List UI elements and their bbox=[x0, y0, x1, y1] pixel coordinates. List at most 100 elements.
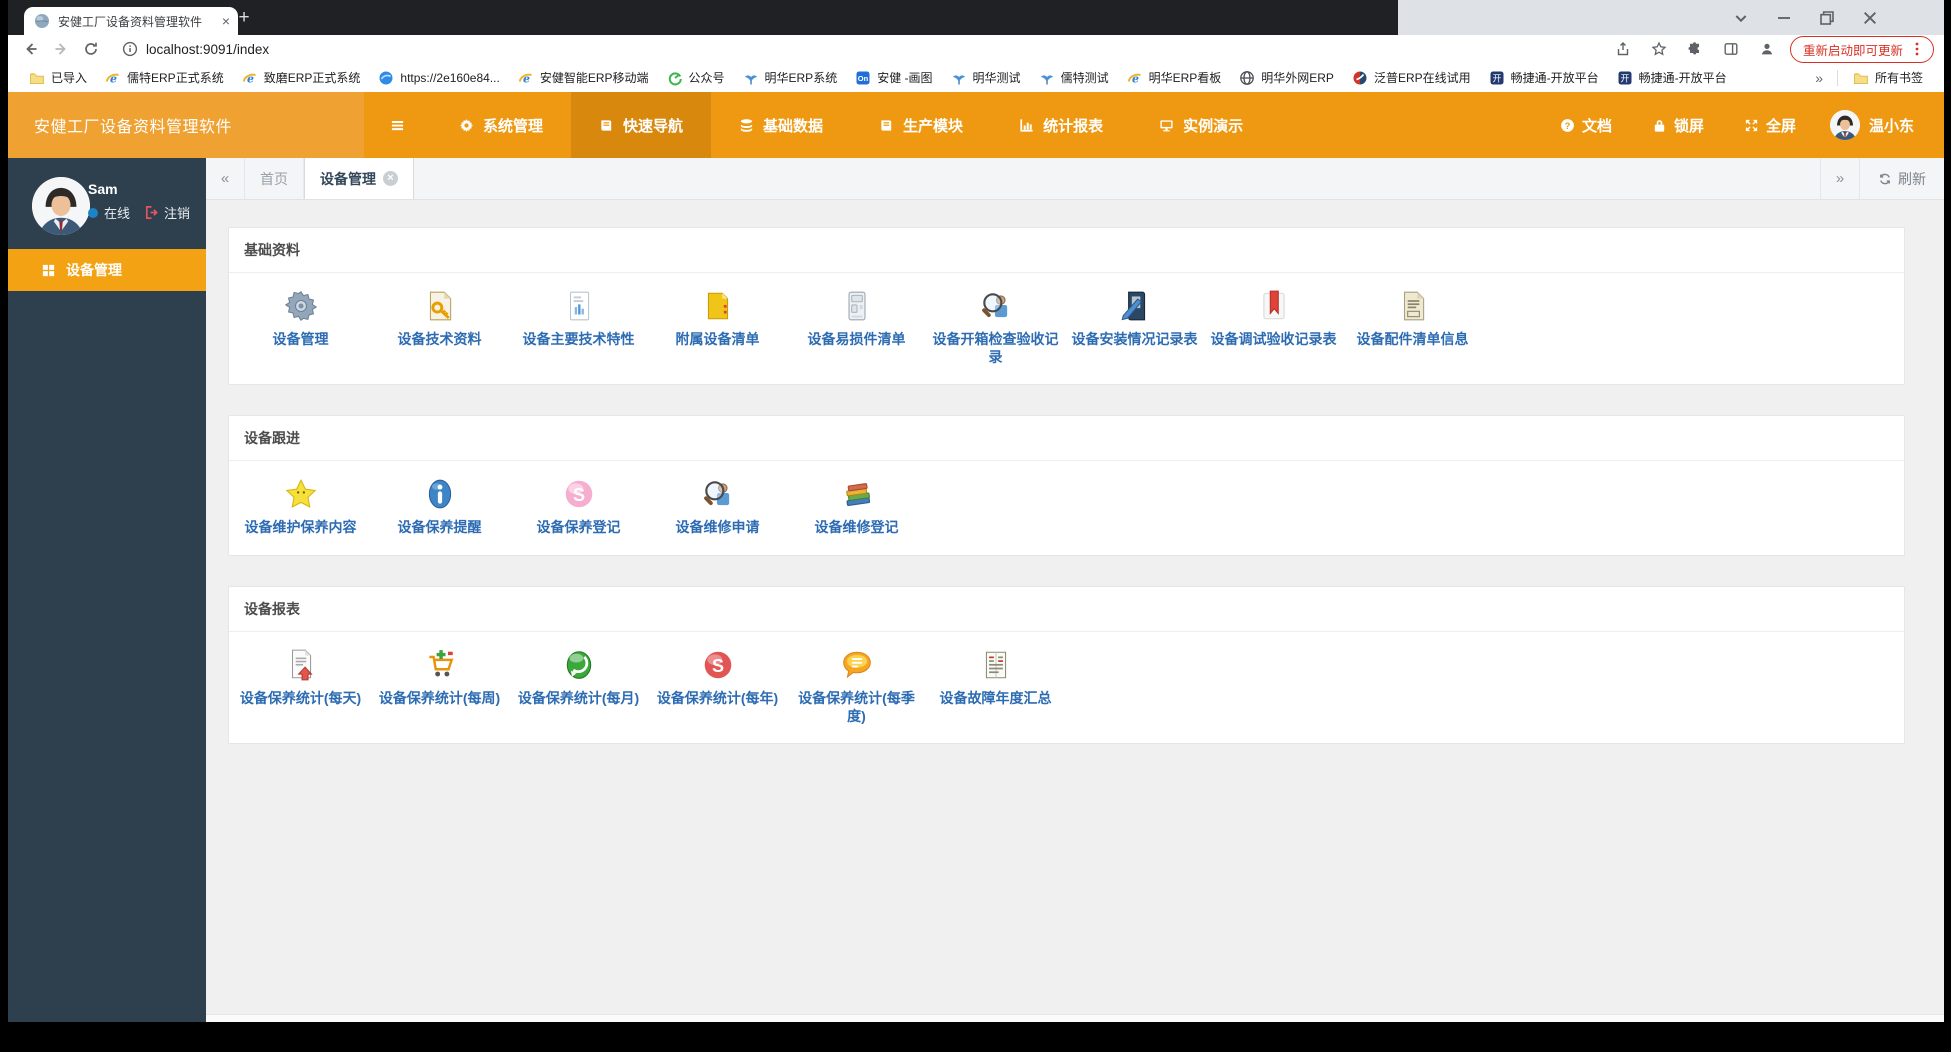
page-tab-首页[interactable]: 首页 bbox=[245, 158, 304, 199]
bookmark-item[interactable]: 儒特测试 bbox=[1030, 66, 1118, 89]
launcher-item[interactable]: 设备主要技术特性 bbox=[509, 286, 648, 366]
chrome-update-button[interactable]: 重新启动即可更新 bbox=[1789, 35, 1934, 63]
url-bar[interactable]: localhost:9091/index bbox=[122, 41, 1606, 57]
launcher-item[interactable]: 设备保养统计(每月) bbox=[509, 645, 648, 725]
bookmark-item[interactable]: 公众号 bbox=[658, 66, 734, 89]
launcher-item[interactable]: 附属设备清单 bbox=[648, 286, 787, 366]
restore-button[interactable] bbox=[1819, 10, 1835, 26]
bookmark-item[interactable]: e 儒特ERP正式系统 bbox=[96, 66, 233, 89]
header-action-label: 锁屏 bbox=[1673, 117, 1704, 135]
bookmark-label: 儒特测试 bbox=[1060, 71, 1109, 85]
restore-icon bbox=[1819, 10, 1835, 26]
page-info-icon[interactable] bbox=[122, 41, 138, 57]
extensions-icon[interactable] bbox=[1682, 37, 1708, 61]
launcher-label: 设备管理 bbox=[272, 331, 329, 347]
nav-item-实例演示[interactable]: 实例演示 bbox=[1131, 92, 1271, 158]
bookmark-item[interactable]: e 致磨ERP正式系统 bbox=[233, 66, 370, 89]
close-button[interactable] bbox=[1862, 10, 1878, 26]
all-bookmarks-button[interactable]: 所有书签 bbox=[1844, 66, 1932, 89]
share-icon[interactable] bbox=[1610, 37, 1636, 61]
header-user-menu[interactable]: 温小东 bbox=[1816, 92, 1944, 158]
bookmark-item[interactable]: https://2e160e84... bbox=[369, 67, 508, 89]
doc-lines-icon bbox=[1396, 286, 1430, 323]
launcher-item[interactable]: 设备维护保养内容 bbox=[231, 474, 370, 536]
refresh-button[interactable]: 刷新 bbox=[1859, 158, 1944, 199]
reload-icon[interactable] bbox=[78, 37, 104, 61]
browser-tab[interactable]: 安健工厂设备资料管理软件 × bbox=[24, 7, 238, 35]
new-tab-button[interactable]: + bbox=[232, 6, 256, 30]
nav-item-统计报表[interactable]: 统计报表 bbox=[991, 92, 1131, 158]
launcher-item[interactable]: 设备保养统计(每天) bbox=[231, 645, 370, 725]
launcher-item[interactable]: 设备安装情况记录表 bbox=[1065, 286, 1204, 366]
launcher-item[interactable]: 设备调试验收记录表 bbox=[1204, 286, 1343, 366]
header-right: ? 文档 锁屏 全屏 温小东 bbox=[1540, 92, 1944, 158]
bookmark-item[interactable]: 开畅捷通-开放平台 bbox=[1608, 66, 1736, 89]
profile-icon[interactable] bbox=[1754, 37, 1780, 61]
forward-icon[interactable] bbox=[48, 37, 74, 61]
launcher-item[interactable]: S 设备保养统计(每年) bbox=[648, 645, 787, 725]
bookmark-item[interactable]: 明华ERP系统 bbox=[734, 66, 847, 89]
nav-item-基础数据[interactable]: 基础数据 bbox=[711, 92, 851, 158]
bookmark-item[interactable]: e 安健智能ERP移动端 bbox=[509, 66, 658, 89]
url-text[interactable]: localhost:9091/index bbox=[146, 42, 269, 57]
tabs-scroll-right-icon[interactable]: » bbox=[1820, 158, 1859, 199]
panel-title: 设备报表 bbox=[229, 587, 1904, 632]
tabs-scroll-left-icon[interactable]: « bbox=[206, 158, 245, 199]
launcher-item[interactable]: 设备开箱检查验收记录 bbox=[926, 286, 1065, 366]
chevron-down-button[interactable] bbox=[1733, 10, 1749, 26]
bookmark-item[interactable]: 明华外网ERP bbox=[1230, 66, 1343, 89]
launcher-label: 设备维修登记 bbox=[814, 519, 899, 536]
bookmarks-overflow-icon[interactable]: » bbox=[1807, 70, 1831, 86]
launcher-item[interactable]: 设备保养统计(每周) bbox=[370, 645, 509, 725]
browser-menu-icon[interactable] bbox=[1909, 41, 1925, 57]
logout-button[interactable]: 注销 bbox=[144, 203, 190, 222]
book-pen-icon bbox=[1118, 286, 1152, 323]
launcher-item[interactable]: 设备保养统计(每季度) bbox=[787, 645, 926, 725]
launcher-item[interactable]: 设备保养提醒 bbox=[370, 474, 509, 536]
page-tabbar: « 首页 设备管理 × » 刷新 bbox=[206, 158, 1944, 200]
tab-close-icon[interactable]: × bbox=[222, 14, 230, 28]
launcher-item[interactable]: 设备维修登记 bbox=[787, 474, 926, 536]
nav-item-系统管理[interactable]: 系统管理 bbox=[431, 92, 571, 158]
nav-item-快速导航[interactable]: 快速导航 bbox=[571, 92, 712, 158]
ie-icon: e bbox=[242, 70, 258, 86]
header-action-label: 全屏 bbox=[1765, 117, 1796, 135]
launcher-item[interactable]: 设备维修申请 bbox=[648, 474, 787, 536]
header-action-全屏[interactable]: 全屏 bbox=[1724, 92, 1816, 158]
launcher-item[interactable]: 设备易损件清单 bbox=[787, 286, 926, 366]
tab-close-icon[interactable]: × bbox=[383, 171, 398, 186]
back-icon[interactable] bbox=[18, 37, 44, 61]
doc-arrow-icon bbox=[284, 645, 318, 682]
leaf-icon bbox=[1039, 70, 1055, 86]
online-dot-icon bbox=[88, 207, 98, 218]
launcher-item[interactable]: 设备管理 bbox=[231, 286, 370, 366]
bookmarks-divider bbox=[1836, 69, 1838, 86]
nav-item-生产模块[interactable]: 生产模块 bbox=[851, 92, 991, 158]
page-tab-设备管理[interactable]: 设备管理 × bbox=[304, 158, 414, 199]
bookmark-item[interactable]: 明华测试 bbox=[942, 66, 1030, 89]
launcher-item[interactable]: S 设备保养登记 bbox=[509, 474, 648, 536]
bookmark-star-icon[interactable] bbox=[1646, 37, 1672, 61]
web-app: 安健工厂设备资料管理软件 系统管理 快速导航 基础数据 生产模块 统计报表 实例演示 ? 文… bbox=[8, 92, 1944, 1022]
app-logo[interactable]: 安健工厂设备资料管理软件 bbox=[8, 92, 364, 158]
minimize-button[interactable] bbox=[1776, 10, 1792, 26]
launcher-item[interactable]: 设备配件清单信息 bbox=[1343, 286, 1482, 366]
bookmark-item[interactable]: On 安健 -画图 bbox=[846, 66, 941, 89]
bookmark-label: 明华测试 bbox=[972, 71, 1021, 85]
bookmark-item[interactable]: 已导入 bbox=[20, 66, 96, 89]
header-action-锁屏[interactable]: 锁屏 bbox=[1632, 92, 1724, 158]
sidebar-user-status: 在线 注销 bbox=[88, 203, 190, 222]
sidebar-toggle-button[interactable] bbox=[364, 92, 431, 158]
logout-icon bbox=[144, 205, 159, 220]
bookmark-item[interactable]: e 明华ERP看板 bbox=[1118, 66, 1231, 89]
bookmark-item[interactable]: 开畅捷通-开放平台 bbox=[1480, 66, 1608, 89]
header-action-文档[interactable]: ? 文档 bbox=[1540, 92, 1632, 158]
sidebar-item-设备管理[interactable]: 设备管理 bbox=[8, 249, 206, 291]
bookmark-item[interactable]: 泛普ERP在线试用 bbox=[1343, 66, 1480, 89]
side-panel-icon[interactable] bbox=[1718, 37, 1744, 61]
search-person-icon bbox=[979, 286, 1013, 323]
launcher-item[interactable]: 设备技术资料 bbox=[370, 286, 509, 366]
user-avatar[interactable] bbox=[32, 177, 90, 235]
launcher-item[interactable]: 设备故障年度汇总 bbox=[926, 645, 1065, 725]
leaf-icon bbox=[951, 70, 967, 86]
